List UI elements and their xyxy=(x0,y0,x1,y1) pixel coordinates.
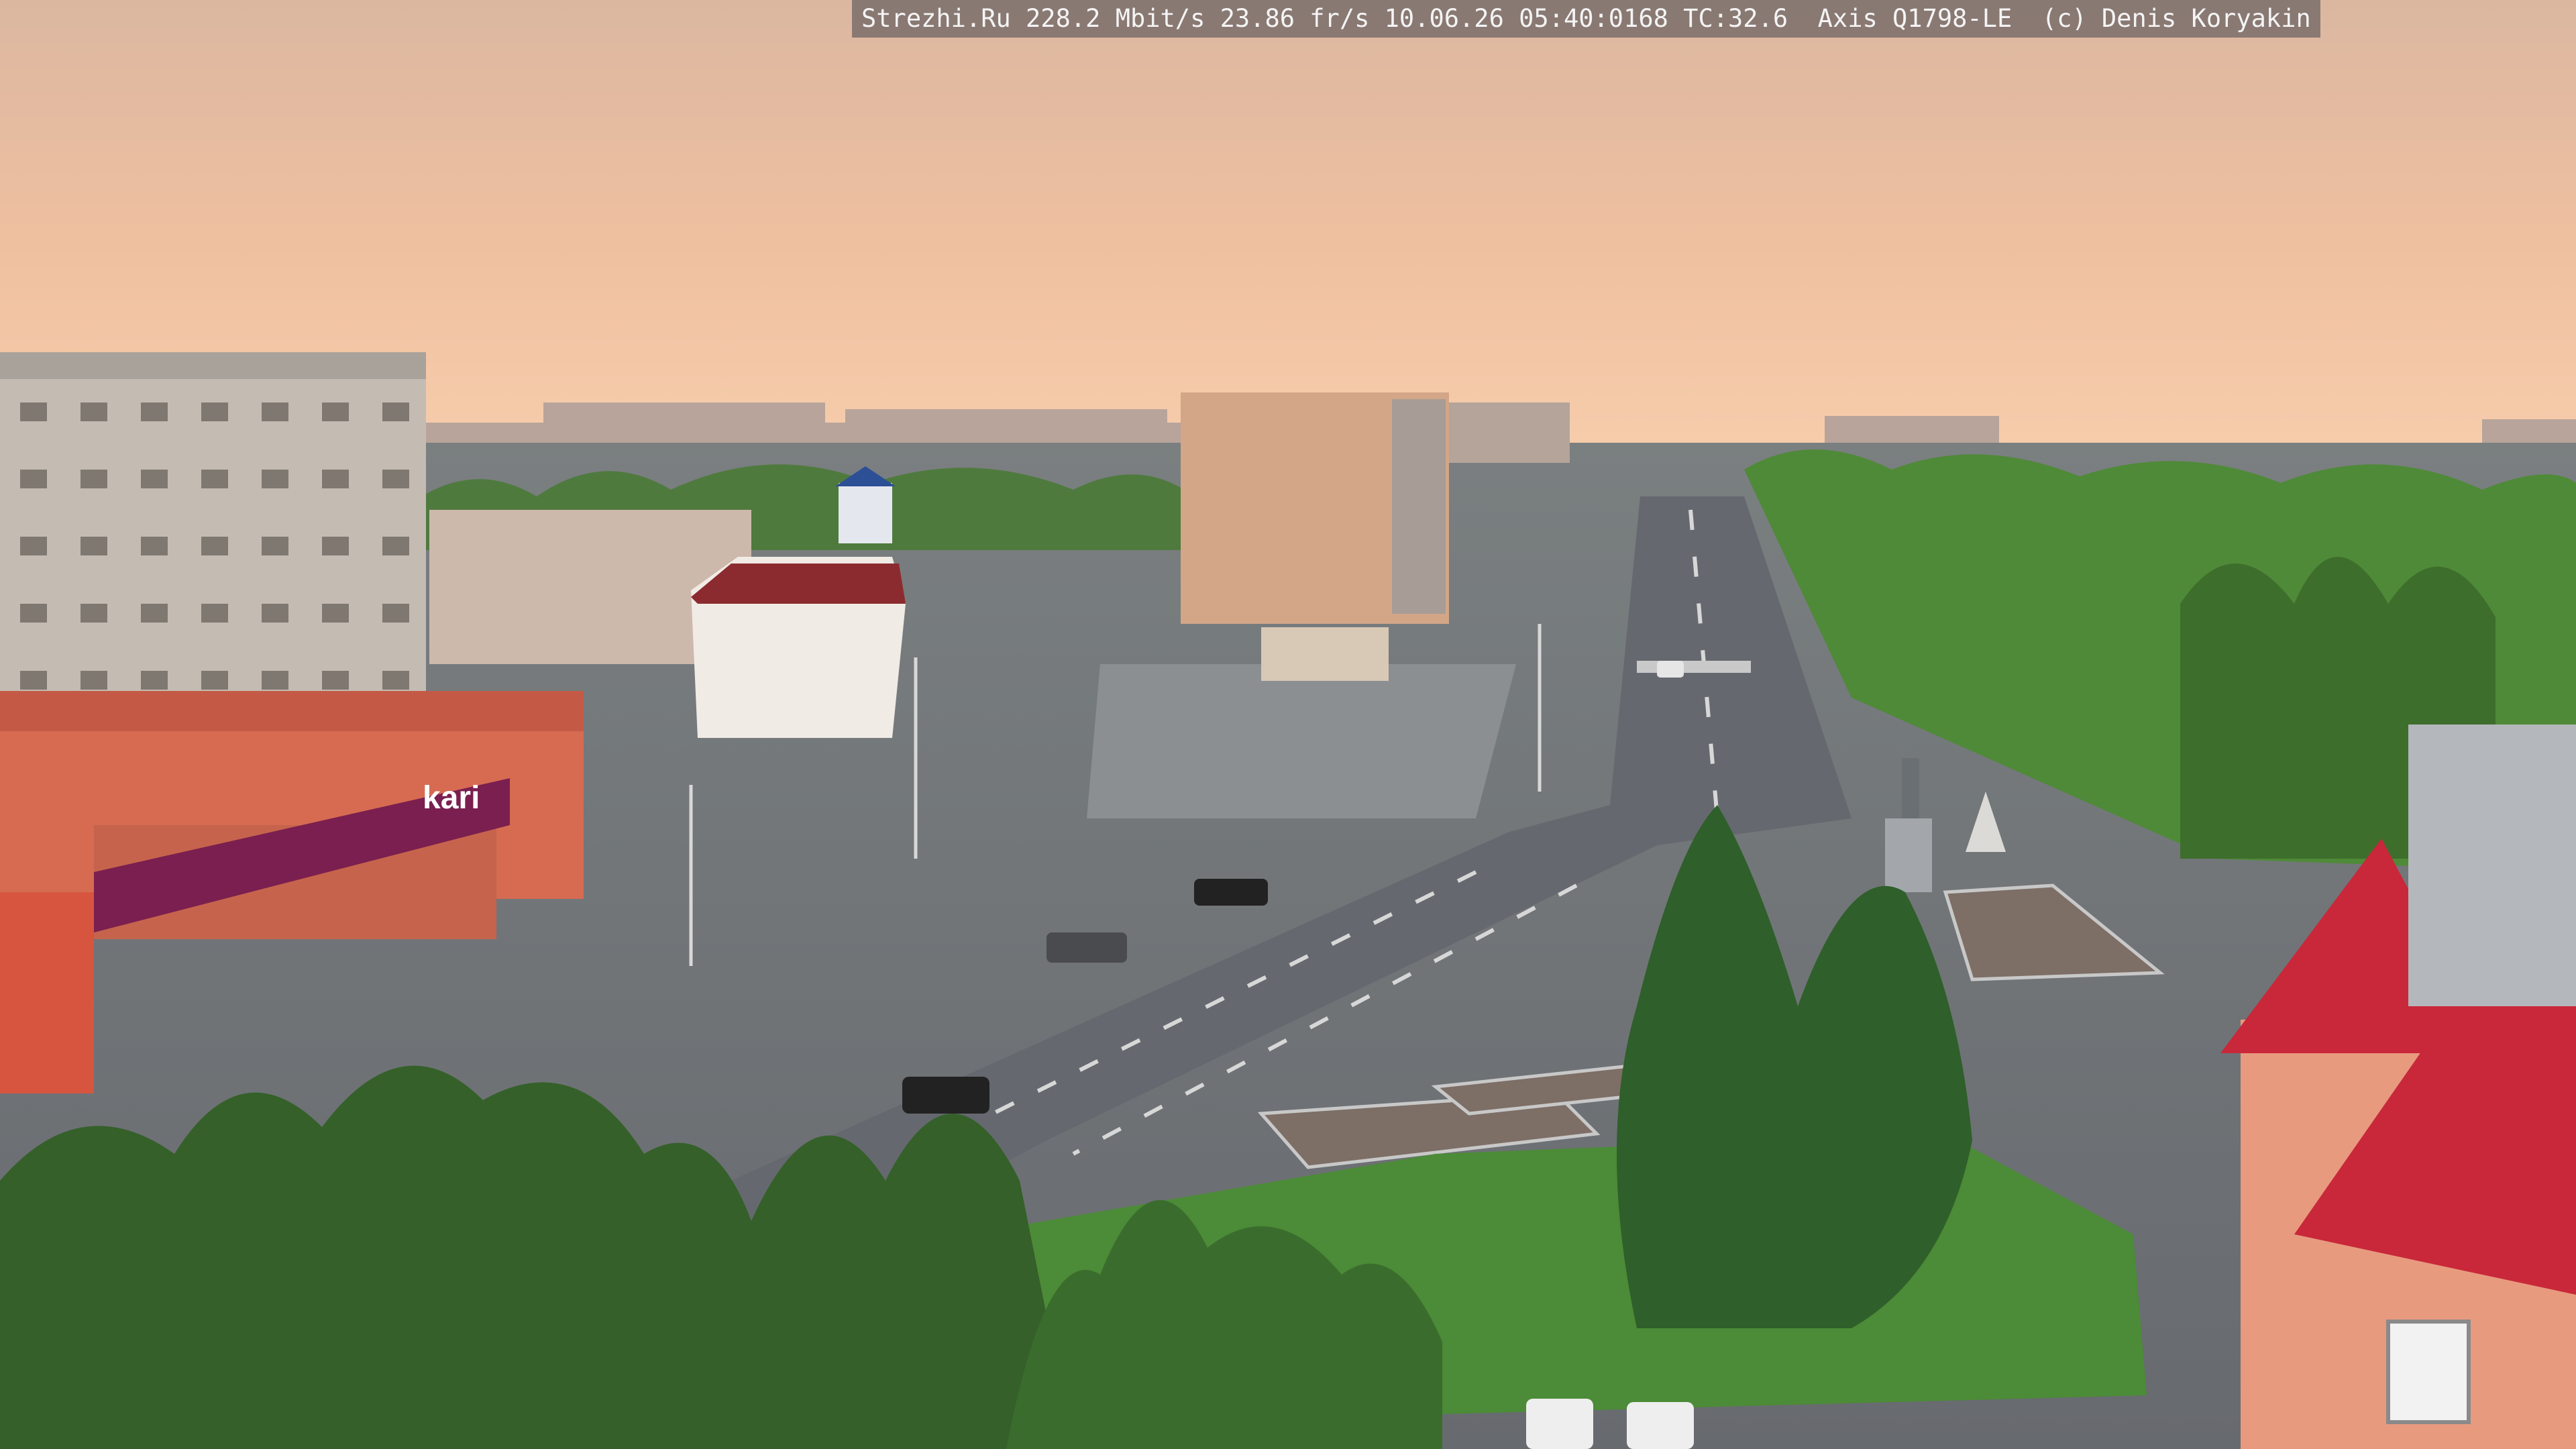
store-sign: kari xyxy=(423,780,480,816)
small-pavilion xyxy=(1261,627,1389,681)
car-parked xyxy=(1046,932,1127,963)
webcam-scene: kari xyxy=(0,0,2576,1449)
parking-plaza xyxy=(1087,664,1516,818)
car-white-2 xyxy=(1627,1402,1694,1449)
car-white-1 xyxy=(1526,1399,1593,1449)
car-white-distant xyxy=(1657,661,1684,678)
crosswalk xyxy=(1637,661,1751,673)
car-black-suv xyxy=(1194,879,1268,906)
car-dark-pickup xyxy=(902,1077,989,1114)
camera-osd-caption: Strezhi.Ru 228.2 Mbit/s 23.86 fr/s 10.06… xyxy=(852,0,2320,38)
grey-building-right xyxy=(2408,724,2576,1006)
